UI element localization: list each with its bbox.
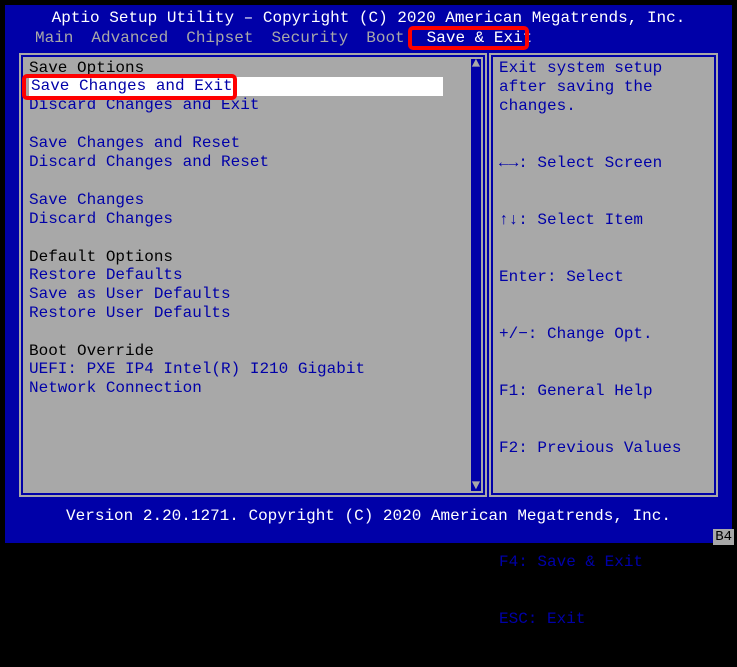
main-area: Save Options Save Changes and Exit Disca…	[17, 51, 720, 499]
hint-enter: Enter: Select	[499, 268, 710, 287]
section-boot-override: Boot Override	[29, 342, 481, 360]
page-title: Aptio Setup Utility – Copyright (C) 2020…	[5, 5, 732, 29]
opt-save-changes[interactable]: Save Changes	[29, 191, 481, 210]
opt-discard-changes[interactable]: Discard Changes	[29, 210, 481, 229]
tab-save-exit[interactable]: Save & Exit	[423, 29, 537, 47]
opt-save-changes-exit[interactable]: Save Changes and Exit	[29, 77, 443, 96]
left-panel: Save Options Save Changes and Exit Disca…	[17, 51, 489, 499]
blank	[29, 229, 481, 248]
hint-change: +/−: Change Opt.	[499, 325, 710, 344]
help-description: Exit system setup after saving the chang…	[499, 59, 710, 116]
tab-chipset[interactable]: Chipset	[186, 29, 253, 47]
tab-boot[interactable]: Boot	[366, 29, 404, 47]
scroll-down-icon[interactable]: ▼	[471, 481, 481, 491]
bios-window: Aptio Setup Utility – Copyright (C) 2020…	[5, 5, 732, 543]
hint-select-item: ↑↓: Select Item	[499, 211, 710, 230]
opt-boot-override-1[interactable]: UEFI: PXE IP4 Intel(R) I210 Gigabit Netw…	[29, 360, 451, 398]
section-save-options: Save Options	[29, 59, 481, 77]
opt-restore-defaults[interactable]: Restore Defaults	[29, 266, 481, 285]
hint-f2: F2: Previous Values	[499, 439, 710, 458]
tab-main[interactable]: Main	[35, 29, 73, 47]
blank	[29, 323, 481, 342]
hint-f3: F3: Optimized Defaults	[499, 496, 710, 515]
opt-save-changes-reset[interactable]: Save Changes and Reset	[29, 134, 481, 153]
blank	[29, 172, 481, 191]
hint-select-screen: ←→: Select Screen	[499, 154, 710, 173]
tab-security[interactable]: Security	[271, 29, 348, 47]
key-hints: ←→: Select Screen ↑↓: Select Item Enter:…	[499, 116, 710, 667]
opt-discard-changes-exit[interactable]: Discard Changes and Exit	[29, 96, 481, 115]
opt-discard-changes-reset[interactable]: Discard Changes and Reset	[29, 153, 481, 172]
right-panel: Exit system setup after saving the chang…	[489, 51, 720, 499]
section-default-options: Default Options	[29, 248, 481, 266]
menu-bar: Main Advanced Chipset Security Boot Save…	[5, 29, 732, 51]
hint-esc: ESC: Exit	[499, 610, 710, 629]
hint-f1: F1: General Help	[499, 382, 710, 401]
hint-f4: F4: Save & Exit	[499, 553, 710, 572]
corner-badge: B4	[713, 529, 734, 545]
opt-save-user-defaults[interactable]: Save as User Defaults	[29, 285, 481, 304]
scroll-up-icon[interactable]: ▲	[471, 59, 481, 69]
blank	[29, 115, 481, 134]
tab-advanced[interactable]: Advanced	[91, 29, 168, 47]
opt-restore-user-defaults[interactable]: Restore User Defaults	[29, 304, 481, 323]
scrollbar[interactable]: ▲ ▼	[471, 59, 481, 491]
